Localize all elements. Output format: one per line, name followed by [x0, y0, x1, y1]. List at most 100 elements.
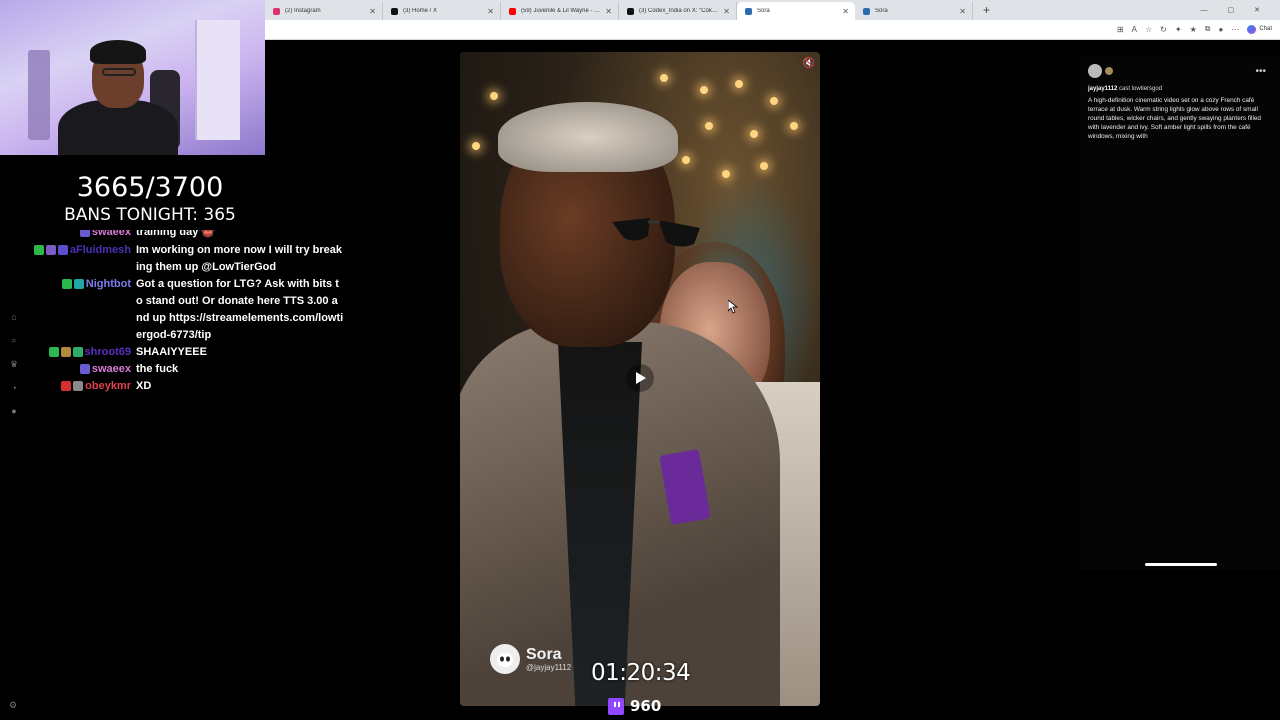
tab-label: (3) Codex_India on X: "Coke infero [639, 8, 719, 14]
maximize-icon[interactable]: ▢ [1228, 6, 1235, 14]
profile-rail-icon[interactable]: ● [11, 406, 16, 416]
tab-close-icon[interactable]: ✕ [842, 7, 849, 16]
browser-tab[interactable]: Sora ✕ [855, 2, 973, 20]
chat-username[interactable]: Nightbot [86, 276, 131, 293]
tab-close-icon[interactable]: ✕ [369, 7, 376, 16]
minimize-icon[interactable]: — [1201, 7, 1208, 14]
webcam-person-hair [90, 40, 146, 64]
chat-badge-icon[interactable] [61, 279, 72, 289]
new-tab-icon[interactable]: + [983, 3, 990, 17]
chat-badge-icon[interactable] [79, 364, 90, 374]
grid-icon[interactable]: ⊞ [1117, 25, 1124, 34]
browser-tab[interactable]: (59) Juvenile & Lil Wayne - Bling B ✕ [501, 2, 619, 20]
trophy-icon[interactable]: ♛ [10, 359, 18, 370]
cast-avatar[interactable] [1105, 67, 1113, 75]
tab-label: (3) Home / X [403, 8, 438, 14]
prompt-description: A high-definition cinematic video set on… [1088, 97, 1261, 140]
string-light [790, 122, 798, 130]
settings-icon[interactable]: ⚙ [9, 700, 17, 711]
browser-tab[interactable]: (3) Codex_India on X: "Coke infero ✕ [619, 2, 737, 20]
chat-username[interactable]: swaeex [92, 230, 131, 241]
play-button[interactable] [626, 364, 654, 392]
chat-badge-icon[interactable] [73, 381, 84, 391]
author-username[interactable]: jayjay1112 [1088, 86, 1117, 92]
cast-label[interactable]: cast lowtiersgod [1119, 86, 1162, 92]
chat-message: swaeex the fuck [24, 361, 344, 378]
webcam-glasses [102, 68, 136, 76]
browser-tab[interactable]: Sora ✕ [737, 2, 855, 20]
chat-message: obeykmr XD [24, 378, 344, 395]
viewer-count: 960 [608, 697, 661, 715]
more-options-icon[interactable]: ••• [1255, 66, 1266, 77]
webcam-person-body [58, 100, 178, 155]
toolbar-icons: ⊞ A ☆ ↻ ✦ ★ ⧉ ● ⋯ Chat [1117, 24, 1272, 34]
tab-favicon-icon [391, 7, 398, 15]
chat-badge-icon[interactable] [33, 245, 44, 255]
collections-icon[interactable]: ⧉ [1205, 24, 1211, 34]
chat-text: XD [136, 380, 152, 392]
string-light [770, 97, 778, 105]
chat-username[interactable]: aFluidmesh [70, 242, 131, 259]
stream-chat: swaeex training day 👹 aFluidmesh Im working… [24, 230, 344, 395]
favorites-icon[interactable]: ★ [1190, 25, 1197, 34]
webcam-shelf [28, 50, 50, 140]
string-light [682, 156, 690, 164]
profile-icon[interactable]: ● [1218, 25, 1223, 34]
tab-close-icon[interactable]: ✕ [959, 7, 966, 16]
sora-video-player[interactable]: 🔇 Sora @jayjay1112 [460, 52, 820, 706]
sunglasses [612, 218, 700, 247]
read-aloud-icon[interactable]: A [1132, 25, 1137, 34]
chat-text: Got a question for LTG? Ask with bits to… [136, 278, 344, 341]
chat-username[interactable]: obeykmr [85, 378, 131, 395]
chat-badge-icon[interactable] [57, 245, 68, 255]
string-light [760, 162, 768, 170]
string-light [472, 142, 480, 150]
mouse-cursor [728, 300, 738, 314]
extension-icon[interactable]: ✦ [1175, 25, 1182, 34]
tab-label: (59) Juvenile & Lil Wayne - Bling B [521, 8, 601, 14]
chat-author: shroot69 [24, 344, 136, 361]
chat-author: obeykmr [24, 378, 136, 395]
tab-close-icon[interactable]: ✕ [605, 7, 612, 16]
tab-label: Sora [757, 8, 770, 14]
left-rail: ⌂ ⌕ ♛ ◔ ● [6, 312, 22, 416]
chat-badge-icon[interactable] [61, 381, 72, 391]
author-avatar[interactable] [1088, 64, 1102, 78]
copilot-chat-button[interactable]: Chat [1247, 24, 1272, 34]
chat-username[interactable]: swaeex [92, 361, 131, 378]
mute-icon[interactable]: 🔇 [803, 58, 815, 69]
refresh-icon[interactable]: ↻ [1160, 25, 1167, 34]
sora-handle: @jayjay1112 [526, 662, 572, 672]
tab-close-icon[interactable]: ✕ [723, 7, 730, 16]
close-window-icon[interactable]: ✕ [1254, 6, 1260, 14]
notification-icon[interactable]: ◔ [11, 383, 16, 393]
chat-username[interactable]: shroot69 [85, 344, 131, 361]
string-light [735, 80, 743, 88]
viewer-count-value: 960 [630, 697, 662, 715]
chat-button-label: Chat [1259, 26, 1272, 32]
chat-badge-icon[interactable] [45, 245, 56, 255]
string-light [750, 130, 758, 138]
panel-scrollbar[interactable] [1145, 563, 1217, 566]
browser-tab[interactable]: (3) Home / X ✕ [383, 2, 501, 20]
tab-favicon-icon [273, 7, 280, 15]
sora-logo-icon [490, 644, 520, 674]
tab-favicon-icon [745, 7, 752, 15]
home-icon[interactable]: ⌂ [11, 312, 16, 322]
chat-badge-icon[interactable] [48, 347, 59, 357]
search-icon[interactable]: ⌕ [11, 335, 16, 346]
string-light [490, 92, 498, 100]
tab-label: (2) Instagram [285, 8, 321, 14]
browser-tab[interactable]: (2) Instagram ✕ [265, 2, 383, 20]
chat-badge-icon[interactable] [79, 230, 90, 237]
bans-tonight: Bans tonight: 365 [64, 205, 236, 225]
favorite-star-icon[interactable]: ☆ [1145, 25, 1152, 34]
string-light [660, 74, 668, 82]
menu-icon[interactable]: ⋯ [1231, 25, 1239, 34]
tab-close-icon[interactable]: ✕ [487, 7, 494, 16]
chat-badge-icon[interactable] [73, 279, 84, 289]
tab-label: Sora [875, 8, 888, 14]
chat-badge-icon[interactable] [60, 347, 71, 357]
tab-favicon-icon [509, 7, 516, 15]
chat-badge-icon[interactable] [72, 347, 83, 357]
